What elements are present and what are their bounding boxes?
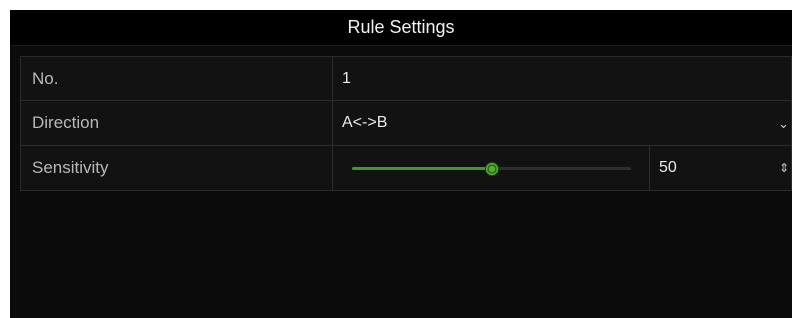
number-label: No. [21, 57, 333, 100]
direction-select[interactable]: A<->B ⌄ [334, 101, 791, 145]
sensitivity-spinbox[interactable]: 50 ⇕ [651, 146, 791, 190]
number-value: 1 [342, 69, 351, 87]
sensitivity-value: 50 [659, 159, 677, 176]
spin-updown-icon[interactable]: ⇕ [779, 162, 789, 174]
sensitivity-label: Sensitivity [21, 146, 333, 190]
chevron-down-icon[interactable]: ⌄ [778, 116, 789, 132]
direction-value: A<->B [342, 114, 388, 131]
direction-label: Direction [21, 101, 333, 145]
setting-row-number: No. 1 [20, 56, 792, 101]
slider-track[interactable] [352, 161, 631, 176]
dialog-title: Rule Settings [10, 10, 792, 46]
settings-table: No. 1 Direction A<->B ⌄ Sensitivity 50 ⇕ [20, 56, 792, 191]
slider-thumb[interactable] [484, 161, 499, 176]
setting-row-sensitivity: Sensitivity 50 ⇕ [20, 146, 792, 191]
setting-row-direction: Direction A<->B ⌄ [20, 101, 792, 146]
rule-settings-dialog: Rule Settings No. 1 Direction A<->B ⌄ Se… [10, 10, 792, 318]
slider-fill [352, 167, 492, 170]
sensitivity-slider[interactable] [334, 146, 650, 190]
